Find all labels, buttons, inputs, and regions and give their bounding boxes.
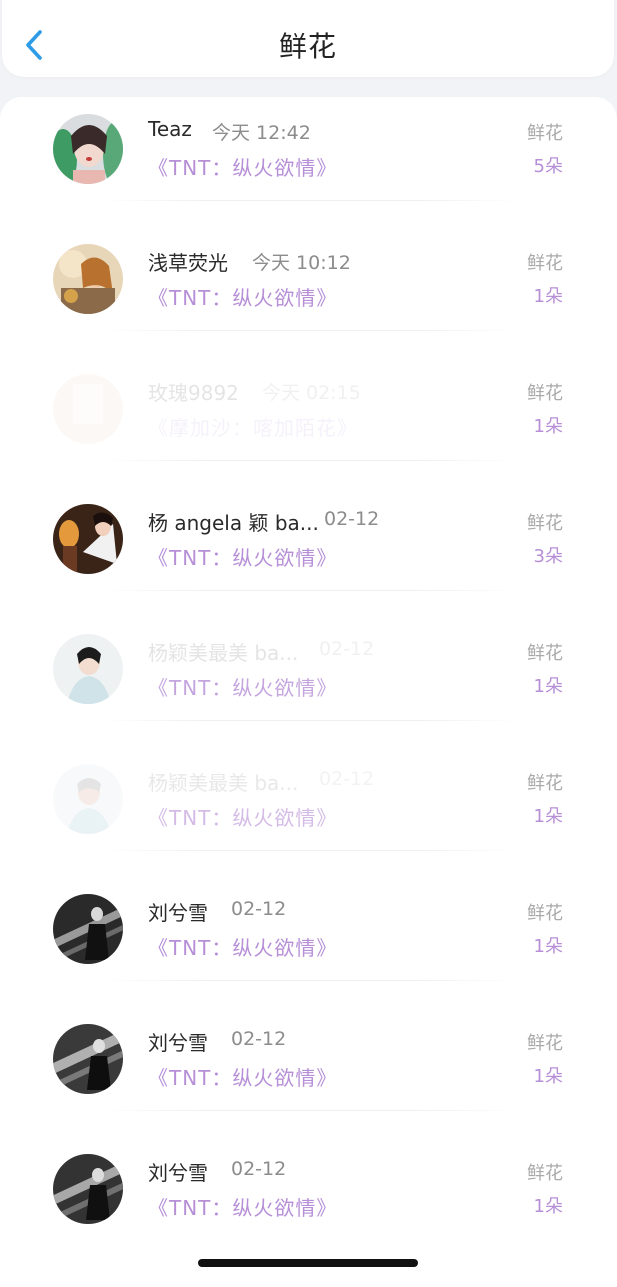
nav-bar: 鲜花 [2, 0, 614, 77]
timestamp: 今天 10:12 [252, 252, 351, 274]
user-name: 杨 angela 颖 ba... [148, 511, 319, 535]
gift-count: 1朵 [533, 1066, 563, 1087]
timestamp: 02-12 [319, 768, 375, 790]
page-title: 鲜花 [278, 30, 337, 63]
avatar[interactable] [53, 1024, 123, 1094]
divider [100, 200, 520, 201]
timestamp: 02-12 [231, 898, 287, 920]
timestamp: 02-12 [319, 638, 375, 660]
timestamp: 02-12 [324, 508, 380, 530]
divider [100, 330, 520, 331]
song-title: 《TNT：纵火欲情》 [148, 156, 338, 180]
gift-count: 1朵 [533, 936, 563, 957]
list-item[interactable]: 刘兮雪 02-12 《TNT：纵火欲情》 鲜花 1朵 [0, 877, 617, 1007]
song-title: 《TNT：纵火欲情》 [148, 286, 338, 310]
user-name: 刘兮雪 [148, 1161, 208, 1185]
gift-label: 鲜花 [527, 773, 563, 794]
user-name: 杨颖美最美 ba... [148, 771, 299, 795]
divider [100, 460, 520, 461]
song-title: 《TNT：纵火欲情》 [148, 546, 338, 570]
timestamp: 今天 12:42 [212, 122, 311, 144]
gift-label: 鲜花 [527, 253, 563, 274]
gift-count: 1朵 [533, 416, 563, 437]
avatar[interactable] [53, 634, 123, 704]
user-name: 杨颖美最美 ba... [148, 641, 299, 665]
user-name: 刘兮雪 [148, 1031, 208, 1055]
gift-count: 1朵 [533, 286, 563, 307]
gift-label: 鲜花 [527, 903, 563, 924]
song-title: 《TNT：纵火欲情》 [148, 936, 338, 960]
list-item[interactable]: 玫瑰9892 今天 02:15 《摩加沙：喀加陌花》 鲜花 1朵 [0, 357, 617, 487]
divider [100, 1110, 520, 1111]
song-title: 《TNT：纵火欲情》 [148, 676, 338, 700]
song-title: 《摩加沙：喀加陌花》 [148, 416, 358, 440]
divider [100, 720, 520, 721]
list-item[interactable]: Teaz 今天 12:42 《TNT：纵火欲情》 鲜花 5朵 [0, 97, 617, 227]
gift-label: 鲜花 [527, 383, 563, 404]
timestamp: 02-12 [231, 1158, 287, 1180]
user-name: 刘兮雪 [148, 901, 208, 925]
gift-label: 鲜花 [527, 643, 563, 664]
gift-count: 5朵 [533, 156, 563, 177]
user-name: 浅草荧光 [148, 251, 228, 275]
divider [100, 850, 520, 851]
gift-label: 鲜花 [527, 513, 563, 534]
avatar[interactable] [53, 244, 123, 314]
list-item[interactable]: 浅草荧光 今天 10:12 《TNT：纵火欲情》 鲜花 1朵 [0, 227, 617, 357]
list-item[interactable]: 杨颖美最美 ba... 02-12 《TNT：纵火欲情》 鲜花 1朵 [0, 617, 617, 747]
song-title: 《TNT：纵火欲情》 [148, 1196, 338, 1220]
divider [100, 980, 520, 981]
gift-list: Teaz 今天 12:42 《TNT：纵火欲情》 鲜花 5朵 浅草荧光 今天 1… [0, 97, 617, 1287]
user-name: Teaz [148, 117, 192, 141]
divider [100, 590, 520, 591]
avatar[interactable] [53, 764, 123, 834]
gift-label: 鲜花 [527, 1163, 563, 1184]
list-item[interactable]: 刘兮雪 02-12 《TNT：纵火欲情》 鲜花 1朵 [0, 1137, 617, 1267]
avatar[interactable] [53, 114, 123, 184]
timestamp: 今天 02:15 [262, 382, 361, 404]
list-item[interactable]: 杨 angela 颖 ba... 02-12 《TNT：纵火欲情》 鲜花 3朵 [0, 487, 617, 617]
list-item[interactable]: 杨颖美最美 ba... 02-12 《TNT：纵火欲情》 鲜花 1朵 [0, 747, 617, 877]
timestamp: 02-12 [231, 1028, 287, 1050]
gift-label: 鲜花 [527, 123, 563, 144]
avatar[interactable] [53, 504, 123, 574]
gift-count: 3朵 [533, 546, 563, 567]
song-title: 《TNT：纵火欲情》 [148, 1066, 338, 1090]
song-title: 《TNT：纵火欲情》 [148, 806, 338, 830]
list-item[interactable]: 刘兮雪 02-12 《TNT：纵火欲情》 鲜花 1朵 [0, 1007, 617, 1137]
avatar[interactable] [53, 374, 123, 444]
home-indicator[interactable] [198, 1259, 418, 1267]
avatar[interactable] [53, 1154, 123, 1224]
user-name: 玫瑰9892 [148, 381, 239, 405]
gift-label: 鲜花 [527, 1033, 563, 1054]
gift-count: 1朵 [533, 1196, 563, 1217]
avatar[interactable] [53, 894, 123, 964]
gift-count: 1朵 [533, 676, 563, 697]
gift-count: 1朵 [533, 806, 563, 827]
